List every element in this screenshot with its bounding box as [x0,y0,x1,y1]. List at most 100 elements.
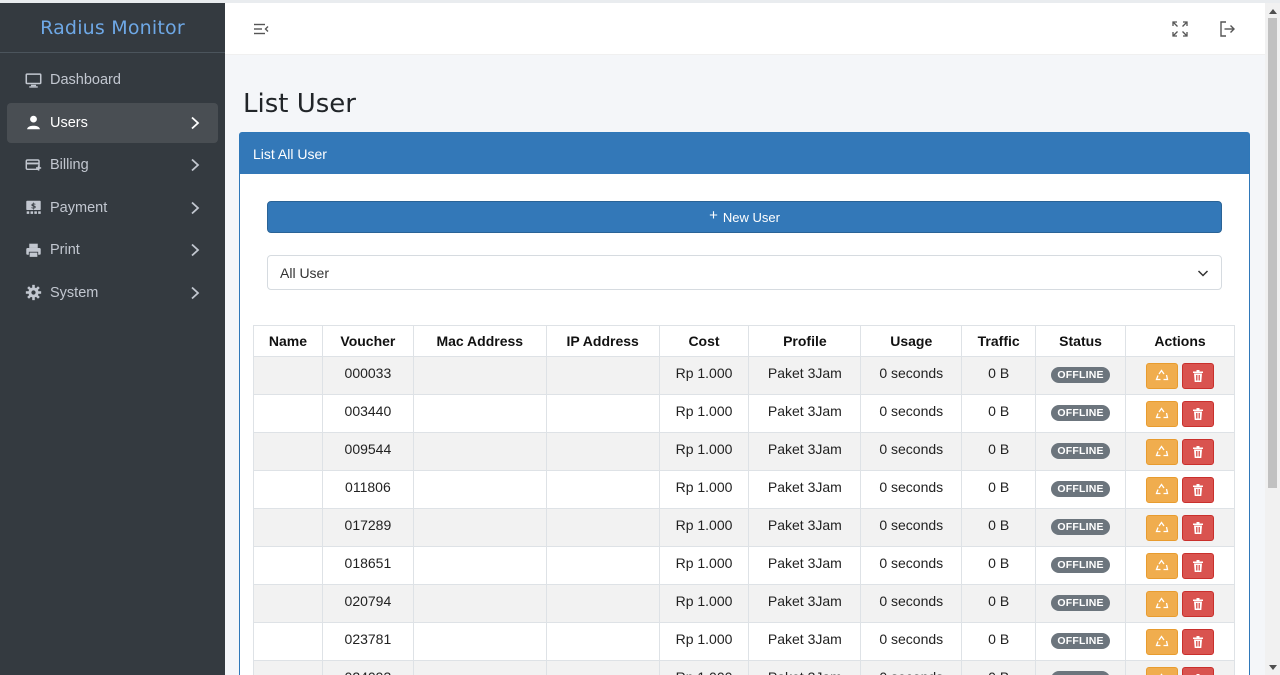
delete-user-button[interactable] [1182,553,1215,579]
delete-user-button[interactable] [1182,401,1215,427]
mac-address-cell [412,584,547,623]
recycle-icon [1155,597,1169,611]
scroll-down-arrow-icon[interactable] [1265,660,1280,675]
top-navbar [225,3,1265,55]
sidebar-item-payment[interactable]: $ Payment [7,188,218,228]
reset-user-button[interactable] [1146,439,1179,465]
name-cell [253,546,323,585]
traffic-cell: 0 B [961,546,1037,585]
traffic-cell: 0 B [961,394,1037,433]
delete-user-button[interactable] [1182,363,1215,389]
column-header[interactable]: Traffic [961,325,1037,357]
new-user-button[interactable]: + New User [267,201,1222,233]
page-scrollbar[interactable] [1265,3,1280,675]
reset-user-button[interactable] [1146,363,1179,389]
usage-cell: 0 seconds [860,622,963,661]
table-row: 024093 Rp 1.000Paket 3Jam0 seconds0 B OFFL… [253,660,1235,675]
sidebar-toggle-button[interactable] [241,3,281,55]
recycle-icon [1155,369,1169,383]
usage-cell: 0 seconds [860,584,963,623]
column-header[interactable]: Profile [748,325,862,357]
billing-icon [23,155,43,175]
table-body: 000033 Rp 1.000 Paket 3Jam 0 seconds 0 B OFFL… [253,356,1235,675]
ip-address-cell [545,622,660,661]
reset-user-button[interactable] [1146,477,1179,503]
chevron-right-icon [188,286,202,300]
ip-address-cell [545,356,660,395]
user-filter-select[interactable]: All User [267,255,1222,290]
recycle-icon [1155,483,1169,497]
payment-icon: $ [23,198,43,218]
sidebar-item-users[interactable]: Users [7,102,218,143]
trash-icon [1191,483,1205,497]
ip-address-cell [545,660,660,675]
sidebar-item-system[interactable]: System [7,273,218,313]
actions-cell [1125,546,1235,585]
sidebar-item-label: Payment [50,199,108,216]
brand[interactable]: Radius Monitor [0,3,225,53]
traffic-cell: 0 B [961,432,1037,471]
column-header[interactable]: Cost [658,325,750,357]
status-badge: OFFLINE [1051,405,1110,421]
column-header[interactable]: IP Address [545,325,660,357]
reset-user-button[interactable] [1146,629,1179,655]
svg-text:$: $ [30,201,35,210]
delete-user-button[interactable] [1182,667,1215,675]
voucher-cell: 023781 [321,622,414,661]
chevron-right-icon [188,116,202,130]
profile-cell: Paket 3Jam [748,584,862,623]
trash-icon [1191,559,1205,573]
trash-icon [1191,635,1205,649]
status-cell: OFFLINE [1035,584,1127,623]
table-row: 020794 Rp 1.000 Paket 3Jam 0 seconds 0 B OFFL… [253,584,1235,623]
chevron-right-icon [188,243,202,257]
sidebar-item-print[interactable]: Print [7,230,218,270]
user-list-card: List All User + New User All User Name V… [239,132,1250,675]
mac-address-cell [412,660,547,675]
delete-user-button[interactable] [1182,439,1215,465]
usage-cell: 0 seconds [860,356,963,395]
reset-user-button[interactable] [1146,667,1179,675]
voucher-cell: 020794 [321,584,414,623]
plus-icon: + [709,206,718,224]
sidebar-item-dashboard[interactable]: Dashboard [7,60,218,100]
sidebar-item-billing[interactable]: Billing [7,145,218,185]
column-header[interactable]: Voucher [321,325,414,357]
traffic-cell: 0 B [961,356,1037,395]
status-badge: OFFLINE [1051,519,1110,535]
mac-address-cell [412,394,547,433]
column-header[interactable]: Usage [860,325,963,357]
status-badge: OFFLINE [1051,481,1110,497]
reset-user-button[interactable] [1146,553,1179,579]
chevron-right-icon [188,201,202,215]
fullscreen-button[interactable] [1160,3,1200,55]
cost-cell: Rp 1.000 [658,660,750,675]
delete-user-button[interactable] [1182,591,1215,617]
traffic-cell: 0 B [961,508,1037,547]
actions-cell [1125,584,1235,623]
monitor-icon [23,70,43,90]
voucher-cell: 024093 [321,660,414,675]
logout-button[interactable] [1207,3,1247,55]
scroll-up-arrow-icon[interactable] [1265,3,1280,18]
delete-user-button[interactable] [1182,515,1215,541]
mac-address-cell [412,508,547,547]
column-header[interactable]: Name [253,325,323,357]
scrollbar-thumb[interactable] [1268,18,1277,488]
delete-user-button[interactable] [1182,629,1215,655]
sidebar-nav: Dashboard Users Billing $ Payment Print … [0,53,225,313]
status-badge: OFFLINE [1051,595,1110,611]
name-cell [253,622,323,661]
profile-cell: Paket 3Jam [748,394,862,433]
name-cell [253,470,323,509]
status-cell: OFFLINE [1035,546,1127,585]
table-row: 003440 Rp 1.000 Paket 3Jam 0 seconds 0 B OFFL… [253,394,1235,433]
brand-title[interactable]: Radius Monitor [40,17,185,39]
reset-user-button[interactable] [1146,591,1179,617]
voucher-cell: 017289 [321,508,414,547]
delete-user-button[interactable] [1182,477,1215,503]
column-header[interactable]: Status [1035,325,1127,357]
reset-user-button[interactable] [1146,401,1179,427]
reset-user-button[interactable] [1146,515,1179,541]
column-header[interactable]: Mac Address [412,325,547,357]
